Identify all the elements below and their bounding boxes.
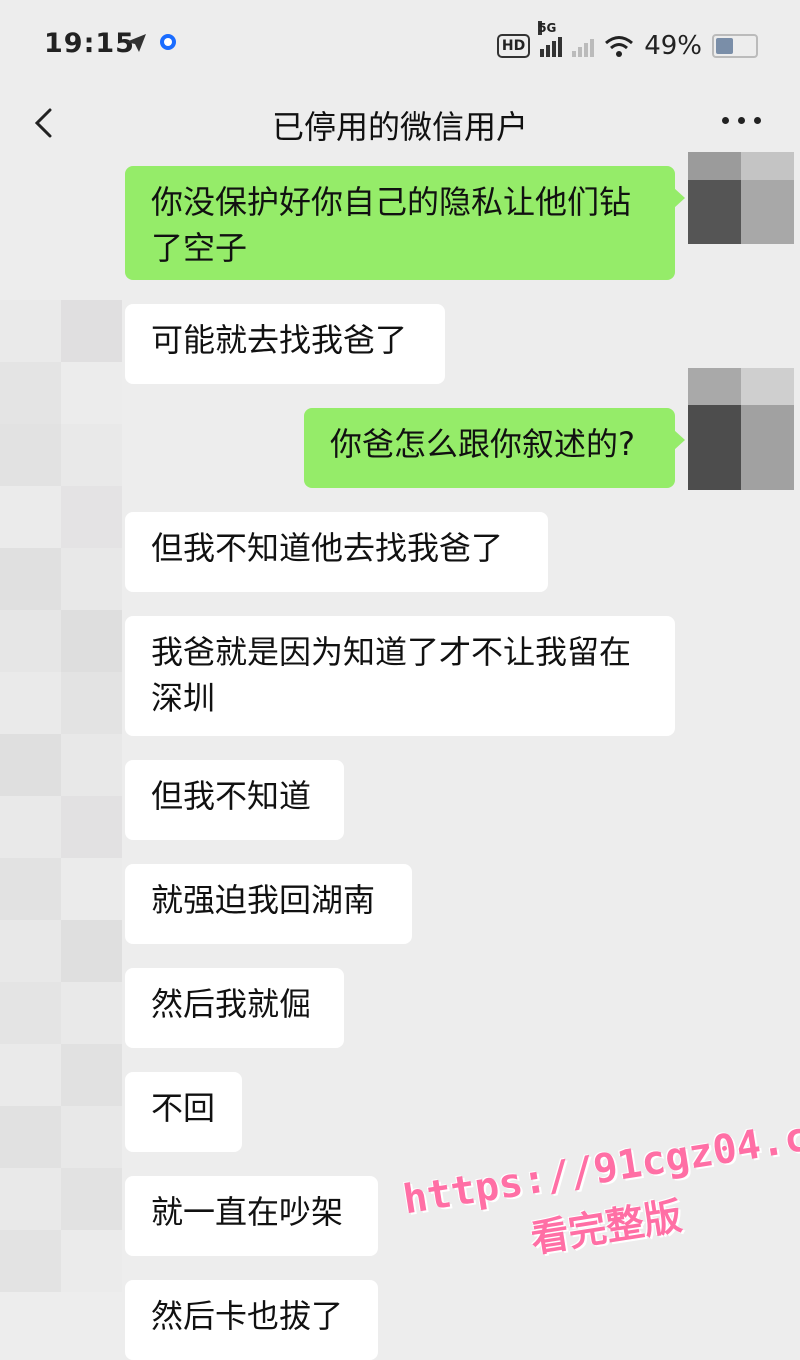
more-icon[interactable] bbox=[722, 110, 764, 130]
hd-icon: HD bbox=[496, 34, 531, 58]
app-notification-icon bbox=[160, 34, 176, 50]
chat-title: 已停用的微信用户 bbox=[271, 108, 528, 146]
message-bubble-incoming[interactable]: 不回 bbox=[125, 1072, 242, 1152]
message-text: 但我不知道他去找我爸了 bbox=[151, 529, 504, 567]
watermark: https://91cgz04.com 看完整版 bbox=[400, 1106, 800, 1281]
message-bubble-incoming[interactable]: 但我不知道 bbox=[125, 760, 344, 840]
message-text: 但我不知道 bbox=[151, 777, 312, 815]
message-text: 然后我就倔 bbox=[151, 985, 312, 1023]
battery-percent: 49% bbox=[644, 31, 702, 61]
message-bubble-incoming[interactable]: 然后我就倔 bbox=[125, 968, 344, 1048]
status-bar: 19:15 HD 5G 49% bbox=[0, 0, 800, 90]
incoming-avatars-pixelated bbox=[0, 300, 122, 1292]
message-bubble-incoming[interactable]: 但我不知道他去找我爸了 bbox=[125, 512, 548, 592]
status-indicators: HD 5G 49% bbox=[496, 21, 758, 66]
chat-header: 已停用的微信用户 bbox=[0, 90, 800, 156]
message-text: 就强迫我回湖南 bbox=[151, 881, 376, 919]
battery-fill bbox=[716, 38, 733, 54]
message-text: 可能就去找我爸了 bbox=[151, 321, 408, 359]
signal-icon: 5G bbox=[538, 21, 563, 57]
message-bubble-outgoing[interactable]: 你没保护好你自己的隐私让他们钻了空子 bbox=[125, 166, 685, 280]
message-text: 不回 bbox=[151, 1089, 216, 1127]
status-time: 19:15 bbox=[44, 28, 135, 59]
message-bubble-outgoing[interactable]: 你爸怎么跟你叙述的? bbox=[304, 408, 685, 488]
signal-label: 5G bbox=[538, 21, 557, 35]
message-text: 你爸怎么跟你叙述的? bbox=[330, 425, 635, 463]
self-avatar-1[interactable] bbox=[688, 152, 794, 244]
message-bubble-incoming[interactable]: 可能就去找我爸了 bbox=[125, 304, 445, 384]
message-bubble-incoming[interactable]: 我爸就是因为知道了才不让我留在深圳 bbox=[125, 616, 675, 736]
message-bubble-incoming[interactable]: 然后卡也拔了 bbox=[125, 1280, 378, 1360]
send-icon bbox=[126, 34, 146, 52]
signal-secondary-icon bbox=[572, 35, 595, 57]
message-text: 然后卡也拔了 bbox=[151, 1297, 344, 1335]
wifi-icon bbox=[605, 36, 634, 57]
message-bubble-incoming[interactable]: 就强迫我回湖南 bbox=[125, 864, 412, 944]
battery-icon bbox=[712, 34, 758, 58]
message-text: 你没保护好你自己的隐私让他们钻了空子 bbox=[151, 183, 632, 267]
message-text: 我爸就是因为知道了才不让我留在深圳 bbox=[151, 633, 632, 717]
message-text: 就一直在吵架 bbox=[151, 1193, 344, 1231]
self-avatar-2[interactable] bbox=[688, 368, 794, 490]
message-bubble-incoming[interactable]: 就一直在吵架 bbox=[125, 1176, 378, 1256]
